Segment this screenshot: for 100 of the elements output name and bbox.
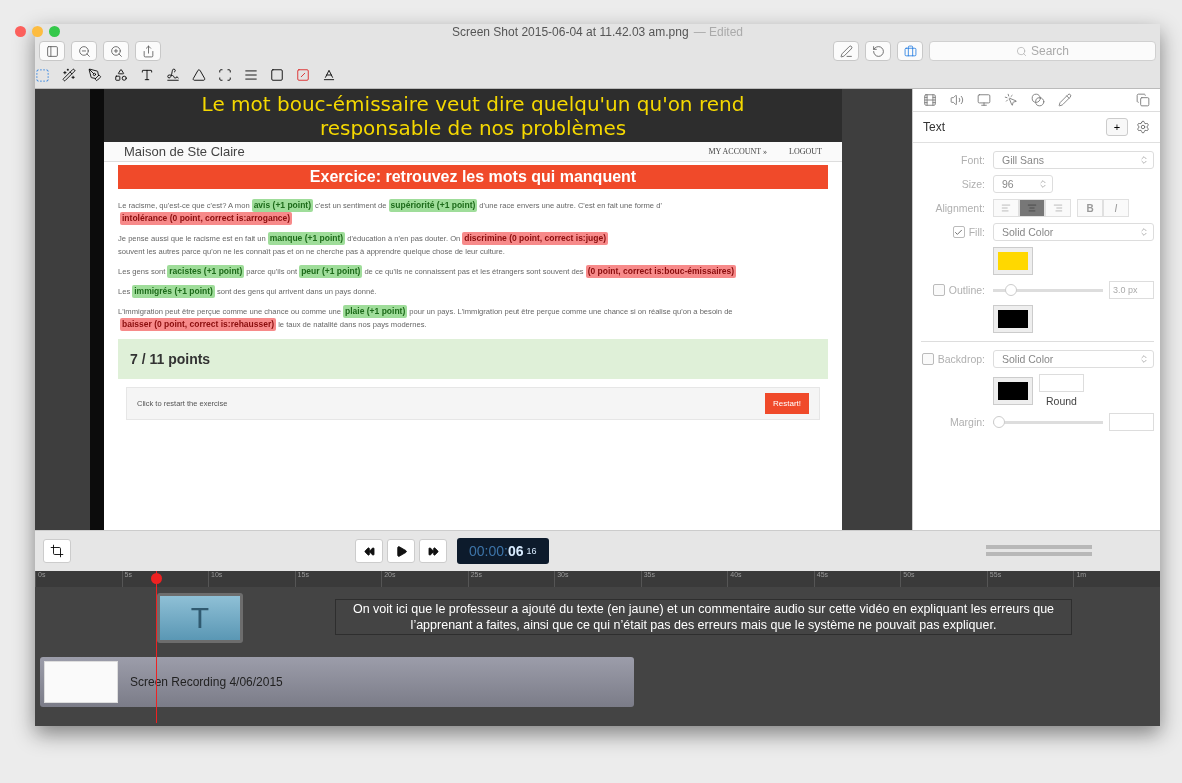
selection-icon [35, 67, 50, 83]
lines-icon [244, 68, 258, 82]
answer-chip: (0 point, correct is:bouc-émissaires) [585, 265, 737, 278]
rotate-button[interactable] [865, 41, 891, 61]
add-button[interactable]: + [1106, 118, 1128, 136]
site-name: Maison de Ste Claire [124, 144, 246, 159]
field-label: Alignment: [935, 202, 985, 214]
border-icon [270, 68, 284, 82]
text-icon [140, 68, 154, 82]
crop-button[interactable] [43, 539, 71, 563]
screen-icon [977, 93, 991, 107]
align-icon [1053, 203, 1063, 213]
width-field[interactable]: 3.0 px [1109, 281, 1154, 299]
answer-chip: baisser (0 point, correct is:rehausser) [120, 318, 277, 331]
answer-chip: avis (+1 point) [251, 199, 314, 212]
toolbox-button[interactable] [897, 41, 923, 61]
fast-forward-button[interactable] [419, 539, 447, 563]
answer-chip: immigrés (+1 point) [132, 285, 215, 298]
answer-chip: supériorité (+1 point) [388, 199, 478, 212]
zoom-out-button[interactable] [71, 41, 97, 61]
caption-line: Le mot bouc-émissaire veut dire quelqu'un qu'on rend [201, 92, 745, 116]
stepper-icon [1038, 179, 1048, 189]
field-label: Size: [961, 178, 985, 190]
zoom-in-icon [109, 44, 123, 58]
exercise-title: Exercice: retrouvez les mots qui manquent [118, 165, 828, 189]
align-button[interactable] [1019, 199, 1045, 217]
shapes-icon [114, 68, 128, 82]
speaker-icon [950, 93, 964, 107]
edited-label: — Edited [693, 25, 743, 39]
rewind-button[interactable] [355, 539, 383, 563]
field-label: Fill: [968, 226, 985, 238]
italic-button[interactable]: I [1103, 199, 1129, 217]
fast-forward-icon [427, 545, 439, 557]
zoom-in-button[interactable] [103, 41, 129, 61]
zoom-button[interactable] [49, 26, 60, 37]
fill-select[interactable]: Solid Color [993, 223, 1154, 241]
caption-line: responsable de nos problèmes [319, 116, 627, 140]
align-icon [1001, 203, 1011, 213]
font-select[interactable]: Gill Sans [993, 151, 1154, 169]
color-swatch[interactable] [993, 247, 1033, 275]
play-icon [394, 544, 408, 558]
field-label: Font: [961, 154, 985, 166]
color-swatch[interactable] [993, 305, 1033, 333]
cursor-icon [1004, 93, 1018, 107]
font-icon [322, 68, 336, 82]
answer-chip: discrimine (0 point, correct is:juge) [462, 232, 608, 245]
checkbox[interactable] [921, 353, 934, 365]
backdrop-select[interactable]: Solid Color [993, 350, 1154, 368]
film-icon [923, 93, 937, 107]
fill-icon [296, 68, 310, 82]
round-field[interactable] [1039, 374, 1084, 392]
circles-icon [1031, 93, 1045, 107]
stepper-icon [1139, 155, 1149, 165]
stepper-icon [1139, 354, 1149, 364]
resize-icon [218, 68, 232, 82]
color-swatch[interactable] [993, 376, 1033, 405]
pen-icon [839, 44, 853, 58]
field-label: Margin: [950, 416, 985, 428]
play-button[interactable] [387, 539, 415, 563]
score-panel: 7 / 11 points [118, 339, 828, 379]
align-icon [1027, 203, 1037, 213]
rotate-icon [871, 44, 885, 58]
answer-chip: manque (+1 point) [267, 232, 346, 245]
round-label: Round [1046, 395, 1077, 407]
answer-chip: plaie (+1 point) [343, 305, 408, 318]
sidebar-icon [45, 44, 59, 58]
rewind-icon [363, 545, 375, 557]
audio-meter-icon [986, 544, 1092, 558]
close-button[interactable] [15, 26, 26, 37]
comment-text: On voit ici que le professeur a ajouté du texte (en jaune) et un commentaire audio sur cette vidéo en expliquant les erreurs que l’apprenant a faites, ainsi que ce qui n’était pas des erreurs mais que le système ne pouvait pas expliquer. [335, 599, 1072, 635]
stepper-icon [1139, 227, 1149, 237]
answer-chip: racistes (+1 point) [167, 265, 245, 278]
timecode-display: 00:00:06 16 [457, 538, 549, 564]
nav-link[interactable]: MY ACCOUNT » [708, 147, 768, 156]
window-title: Screen Shot 2015-06-04 at 11.42.03 am.png [452, 25, 689, 39]
checkbox[interactable] [952, 226, 965, 238]
inspector-title: Text [923, 120, 946, 134]
checkmark-icon [954, 227, 964, 237]
zoom-out-icon [77, 44, 91, 58]
checkbox[interactable] [932, 284, 945, 296]
pen-button[interactable] [833, 41, 859, 61]
share-button[interactable] [135, 41, 161, 61]
copy-icon [1136, 93, 1150, 107]
margin-field[interactable] [1109, 413, 1154, 431]
bold-button[interactable]: B [1077, 199, 1103, 217]
search-icon [1016, 45, 1027, 57]
wand-icon [62, 68, 76, 82]
nav-link[interactable]: LOGOUT [789, 147, 822, 156]
signature-icon [166, 68, 180, 82]
text-clip[interactable]: T [157, 593, 243, 643]
field-label: Outline: [948, 284, 985, 296]
restart-button[interactable]: Restart! [765, 393, 809, 414]
briefcase-icon [903, 44, 917, 58]
sidebar-button[interactable] [39, 41, 65, 61]
settings-icon[interactable] [1136, 120, 1150, 134]
pen-icon [88, 68, 102, 82]
search-field[interactable]: Search [929, 41, 1156, 61]
size-select[interactable]: 96 [993, 175, 1053, 193]
share-icon [141, 44, 155, 58]
answer-chip: intolérance (0 point, correct is:arrogance) [120, 212, 293, 225]
